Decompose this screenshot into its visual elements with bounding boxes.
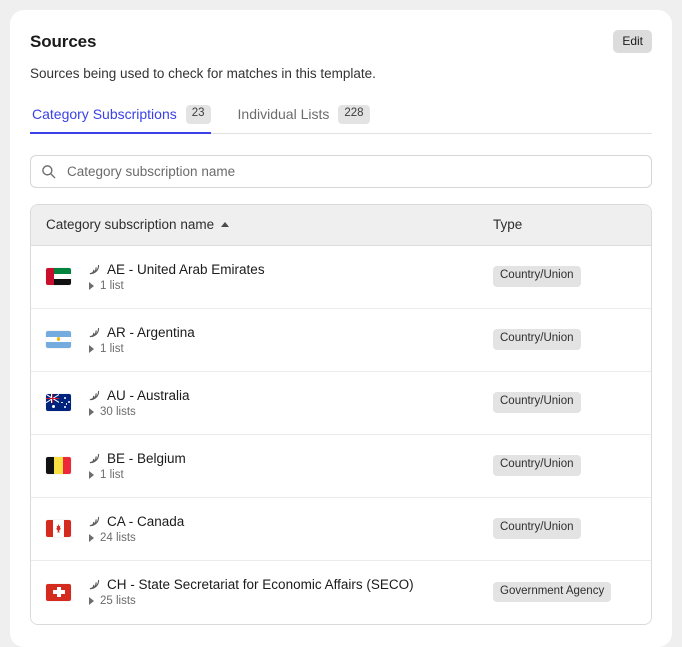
cell-type: Country/Union [493, 392, 651, 413]
rss-icon [89, 579, 100, 590]
type-badge: Country/Union [493, 455, 581, 476]
expand-lists-toggle[interactable]: 1 list [88, 343, 195, 355]
column-header-label: Category subscription name [46, 217, 215, 232]
table-header-row: Category subscription name Type [31, 204, 651, 246]
tab-badge-count: 23 [185, 105, 211, 124]
sort-ascending-icon [221, 221, 230, 227]
source-name: CA - Canada [107, 513, 185, 529]
type-badge: Country/Union [493, 518, 581, 539]
source-name: CH - State Secretariat for Economic Affa… [107, 577, 414, 592]
column-header-name[interactable]: Category subscription name [31, 217, 493, 232]
cell-type: Country/Union [493, 455, 651, 476]
type-badge: Government Agency [493, 581, 612, 603]
chevron-right-icon [89, 407, 94, 416]
table-row[interactable]: BE - Belgium 1 list Country/Union [31, 434, 651, 498]
lists-count: 25 lists [100, 595, 136, 607]
card-header: Sources Edit Sources being used to check… [30, 30, 652, 81]
column-header-label: Type [493, 217, 523, 232]
cell-name: AU - Australia 30 lists [31, 388, 493, 418]
column-header-type[interactable]: Type [493, 217, 651, 232]
flag-icon-ar [46, 331, 71, 348]
search-icon [42, 164, 56, 178]
rss-icon [89, 327, 100, 337]
cell-name: CA - Canada 24 lists [31, 514, 493, 544]
rss-icon [89, 516, 100, 526]
chevron-right-icon [89, 281, 94, 290]
chevron-right-icon [89, 597, 94, 605]
lists-count: 1 list [100, 468, 124, 481]
cell-name: AR - Argentina 1 list [31, 325, 493, 355]
cell-type: Country/Union [493, 518, 651, 539]
expand-lists-toggle[interactable]: 30 lists [88, 406, 190, 418]
page-title: Sources [30, 32, 97, 51]
tab-bar: Category Subscriptions 23 Individual Lis… [30, 105, 652, 134]
lists-count: 30 lists [100, 405, 136, 418]
tab-label: Category Subscriptions [32, 106, 177, 123]
lists-count: 24 lists [100, 531, 136, 544]
chevron-right-icon [89, 533, 94, 542]
source-name: AR - Argentina [107, 324, 195, 340]
sources-table: Category subscription name Type AE - Uni… [30, 203, 652, 625]
table-row[interactable]: CA - Canada 24 lists Country/Union [31, 497, 651, 561]
table-row[interactable]: CH - State Secretariat for Economic Affa… [31, 560, 651, 624]
lists-count: 1 list [100, 279, 124, 292]
cell-name: AE - United Arab Emirates 1 list [31, 262, 493, 292]
search-input[interactable] [65, 162, 641, 180]
lists-count: 1 list [100, 342, 124, 355]
table-row[interactable]: AU - Australia 30 lists Country/Union [31, 371, 651, 435]
page-subtitle: Sources being used to check for matches … [30, 66, 376, 81]
expand-lists-toggle[interactable]: 1 list [88, 469, 186, 481]
rss-icon [89, 453, 100, 463]
flag-icon-be [46, 457, 71, 474]
table-row[interactable]: AE - United Arab Emirates 1 list Country… [31, 245, 651, 309]
rss-icon [89, 264, 100, 274]
sources-card: Sources Edit Sources being used to check… [10, 10, 672, 647]
chevron-right-icon [89, 470, 94, 479]
tab-individual-lists[interactable]: Individual Lists 228 [236, 105, 381, 133]
rss-icon [89, 390, 100, 400]
expand-lists-toggle[interactable]: 1 list [88, 280, 265, 292]
type-badge: Country/Union [493, 266, 581, 287]
source-name: BE - Belgium [107, 450, 186, 466]
tab-category-subscriptions[interactable]: Category Subscriptions 23 [30, 105, 222, 133]
cell-name: BE - Belgium 1 list [31, 451, 493, 481]
source-name: AE - United Arab Emirates [107, 261, 265, 277]
flag-icon-au [46, 394, 71, 411]
flag-icon-ca [46, 520, 71, 537]
tab-badge-count: 228 [338, 105, 370, 124]
cell-name: CH - State Secretariat for Economic Affa… [31, 577, 493, 607]
type-badge: Country/Union [493, 392, 581, 413]
tab-label: Individual Lists [237, 106, 330, 123]
expand-lists-toggle[interactable]: 25 lists [88, 595, 414, 607]
edit-button[interactable]: Edit [613, 30, 652, 53]
cell-type: Country/Union [493, 266, 651, 287]
source-name: AU - Australia [107, 387, 190, 403]
flag-icon-ch [46, 583, 71, 601]
table-row[interactable]: AR - Argentina 1 list Country/Union [31, 308, 651, 372]
chevron-right-icon [89, 344, 94, 353]
expand-lists-toggle[interactable]: 24 lists [88, 532, 184, 544]
type-badge: Country/Union [493, 329, 581, 350]
flag-icon-ae [46, 268, 71, 285]
cell-type: Country/Union [493, 329, 651, 350]
cell-type: Government Agency [493, 581, 651, 603]
search-bar[interactable] [30, 154, 652, 188]
